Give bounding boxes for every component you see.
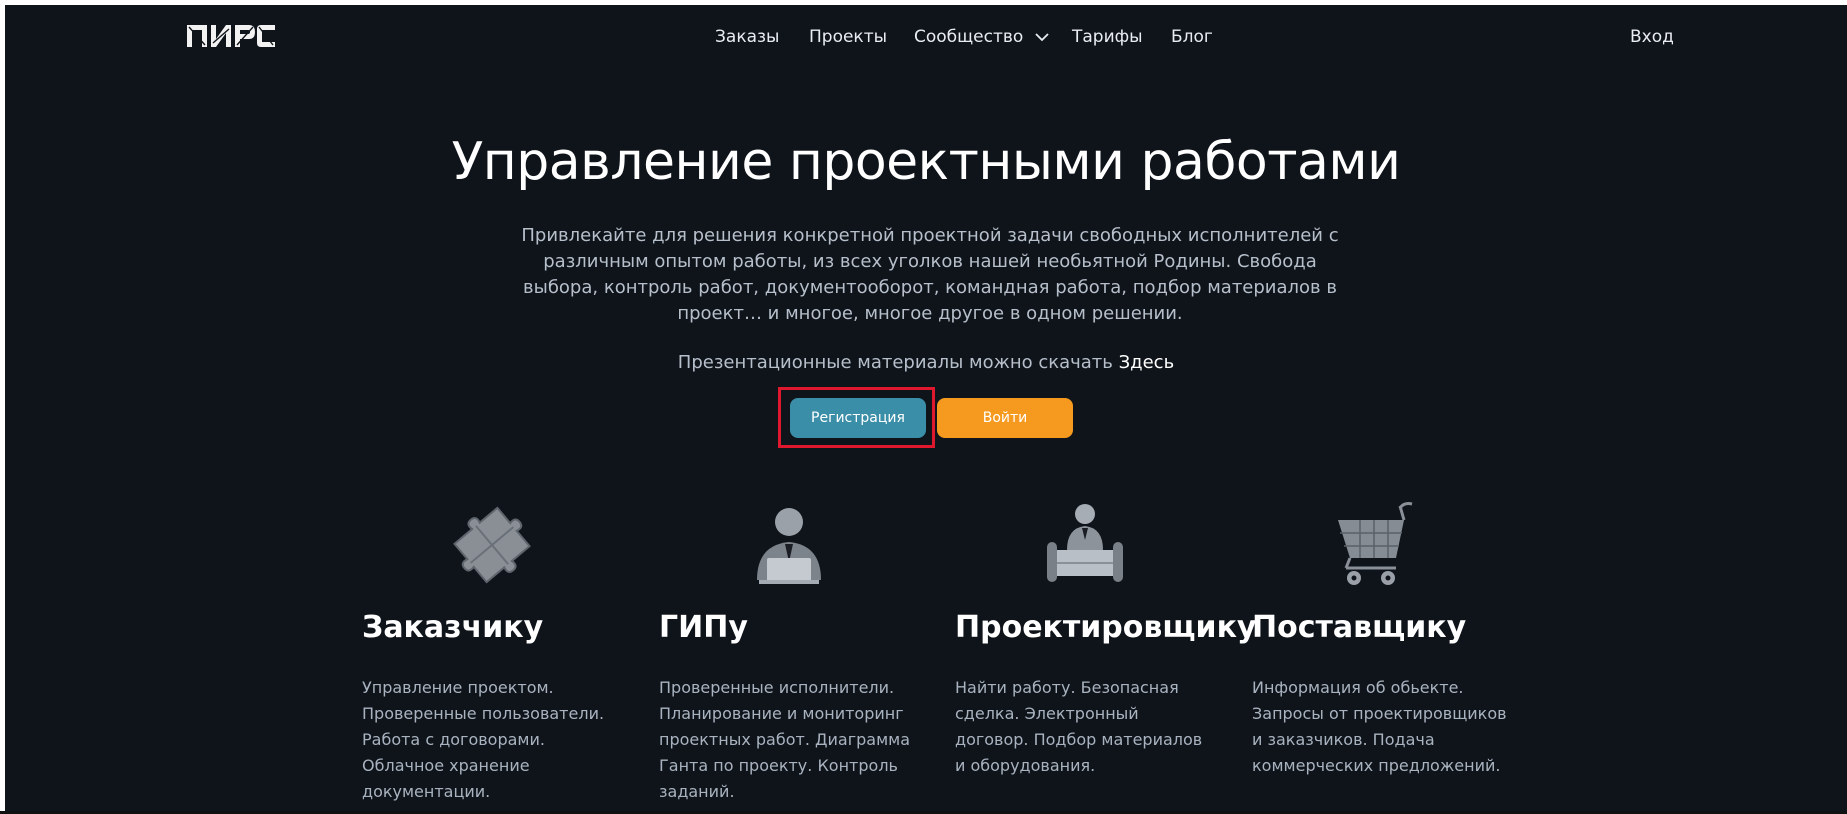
- login-button[interactable]: Войти: [937, 398, 1073, 438]
- download-text: Презентационные материалы можно скачать: [677, 352, 1113, 373]
- nav-item-orders[interactable]: Заказы: [715, 27, 779, 47]
- feature-description: Управление проектом. Проверенные пользов…: [362, 678, 605, 801]
- designer-drafting-icon: [1047, 504, 1123, 582]
- puzzle-icon: [453, 506, 531, 584]
- nav-item-community[interactable]: Сообщество: [914, 27, 1049, 47]
- manager-laptop-icon: [757, 508, 821, 584]
- nav-item-community-label: Сообщество: [914, 27, 1024, 47]
- feature-title: ГИПу: [659, 610, 748, 645]
- page: Заказы Проекты Сообщество Тарифы Блог Вх…: [5, 5, 1847, 811]
- register-button[interactable]: Регистрация: [790, 398, 926, 438]
- download-materials-line: Презентационные материалы можно скачать …: [5, 352, 1847, 373]
- download-here-link[interactable]: Здесь: [1119, 352, 1175, 373]
- feature-title: Заказчику: [362, 610, 544, 645]
- login-link[interactable]: Вход: [1630, 27, 1674, 47]
- hero-description: Привлекайте для решения конкретной проек…: [521, 225, 1339, 324]
- feature-description: Найти работу. Безопасная сделка. Электро…: [955, 678, 1203, 775]
- shopping-cart-icon: [1338, 502, 1413, 585]
- main-nav: Заказы Проекты Сообщество Тарифы Блог Вх…: [5, 5, 1847, 65]
- chevron-down-icon: [1035, 33, 1049, 42]
- feature-title: Проектировщику: [955, 610, 1257, 645]
- feature-title: Поставщику: [1252, 610, 1467, 645]
- nav-item-pricing[interactable]: Тарифы: [1072, 27, 1143, 47]
- feature-description: Проверенные исполнители. Планирование и …: [659, 678, 911, 801]
- feature-description: Информация об обьекте. Запросы от проект…: [1252, 678, 1507, 775]
- nav-item-projects[interactable]: Проекты: [809, 27, 887, 47]
- page-title: Управление проектными работами: [451, 132, 1401, 192]
- top-navbar: Заказы Проекты Сообщество Тарифы Блог Вх…: [5, 5, 1847, 65]
- nav-item-blog[interactable]: Блог: [1171, 27, 1213, 47]
